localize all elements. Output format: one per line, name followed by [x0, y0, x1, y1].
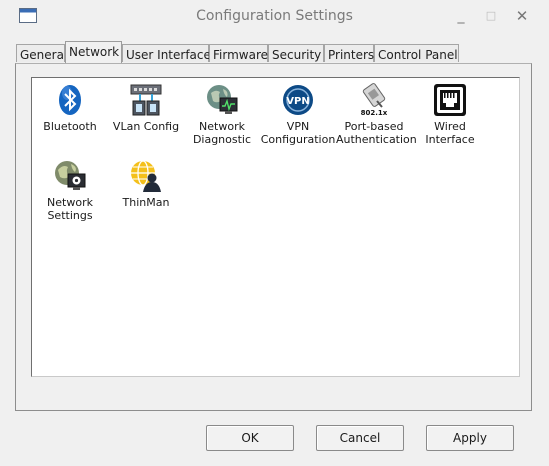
item-wired-interface[interactable]: Wired Interface — [412, 83, 488, 146]
icon-list: Bluetooth VLan Config Network Diagnostic… — [31, 77, 520, 377]
tab-user-interface[interactable]: User Interface — [122, 44, 211, 62]
minimize-button[interactable]: _ — [450, 6, 472, 26]
item-label: ThinMan — [122, 196, 170, 209]
tab-network[interactable]: Network — [65, 41, 122, 63]
item-label: Network Settings — [47, 196, 93, 222]
network-tab-panel: Bluetooth VLan Config Network Diagnostic… — [15, 63, 532, 411]
title-bar: Configuration Settings _ □ ✕ — [0, 0, 549, 32]
maximize-button[interactable]: □ — [480, 6, 502, 26]
network-settings-icon — [53, 159, 87, 193]
minimize-icon: _ — [457, 8, 465, 24]
tab-security[interactable]: Security — [268, 44, 324, 62]
vpn-icon: VPN — [281, 83, 315, 117]
tab-firmware[interactable]: Firmware — [209, 44, 268, 62]
port-auth-icon: 802.1x — [357, 83, 391, 117]
item-port-based-authentication[interactable]: 802.1x Port-based Authentication — [336, 83, 417, 146]
ok-button[interactable]: OK — [206, 425, 294, 451]
item-vpn-configuration[interactable]: VPN VPN Configuration — [260, 83, 336, 146]
svg-text:VPN: VPN — [286, 96, 309, 107]
apply-button[interactable]: Apply — [426, 425, 514, 451]
item-thinman[interactable]: ThinMan — [108, 159, 184, 209]
maximize-icon: □ — [485, 9, 497, 22]
item-label: Wired Interface — [425, 120, 475, 146]
item-label: VLan Config — [112, 120, 180, 133]
item-network-settings[interactable]: Network Settings — [32, 159, 108, 222]
vlan-config-icon — [129, 83, 163, 117]
network-diagnostic-icon — [205, 83, 239, 117]
item-bluetooth[interactable]: Bluetooth — [32, 83, 108, 133]
ethernet-port-icon — [433, 83, 467, 117]
item-label: Network Diagnostic — [192, 120, 252, 146]
item-vlan-config[interactable]: VLan Config — [108, 83, 184, 133]
item-label: Port-based Authentication — [336, 120, 417, 146]
tab-printers[interactable]: Printers — [324, 44, 374, 62]
cancel-button[interactable]: Cancel — [316, 425, 404, 451]
svg-text:802.1x: 802.1x — [361, 109, 388, 117]
close-button[interactable]: ✕ — [511, 6, 533, 26]
tab-control-panel[interactable]: Control Panel — [374, 44, 459, 62]
item-network-diagnostic[interactable]: Network Diagnostic — [184, 83, 260, 146]
item-label: VPN Configuration — [260, 120, 336, 146]
close-icon: ✕ — [515, 7, 529, 25]
tab-general[interactable]: General — [16, 44, 67, 62]
thinman-icon — [129, 159, 163, 193]
bluetooth-icon — [53, 83, 87, 117]
item-label: Bluetooth — [43, 120, 97, 133]
